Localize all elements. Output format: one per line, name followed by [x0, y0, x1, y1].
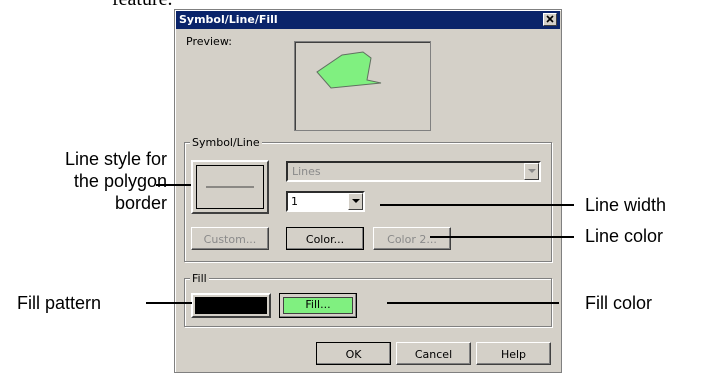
custom-button-label: Custom...: [203, 233, 257, 246]
leader-line-width: [380, 204, 574, 206]
leader-fill-pattern: [146, 302, 192, 304]
custom-button[interactable]: Custom...: [191, 227, 269, 250]
cancel-button-label: Cancel: [414, 348, 453, 361]
symbol-line-group-label: Symbol/Line: [190, 136, 262, 149]
fill-pattern-button[interactable]: [191, 293, 271, 318]
callout-line-width: Line width: [585, 195, 667, 215]
fill-color-button[interactable]: Fill...: [279, 293, 357, 318]
preview-label: Preview:: [186, 35, 232, 48]
callout-line-style: Line style for the polygon border: [17, 148, 167, 214]
leader-line-style: [156, 184, 191, 186]
line-color-button-label: Color...: [305, 233, 345, 246]
callout-line-style-line3: border: [114, 193, 167, 213]
callout-fill-color: Fill color: [585, 293, 653, 313]
help-button-label: Help: [500, 348, 527, 361]
polygon-preview: [316, 51, 382, 89]
dialog-titlebar[interactable]: Symbol/Line/Fill: [176, 11, 560, 29]
symbol-line-fill-dialog: Symbol/Line/Fill Preview: Symbol/Line Li…: [174, 9, 562, 373]
preview-box: [294, 41, 431, 131]
chevron-down-icon: [528, 169, 536, 173]
line-width-select[interactable]: 1: [286, 191, 365, 212]
line-style-preview: [206, 186, 254, 188]
dialog-title: Symbol/Line/Fill: [179, 13, 278, 26]
ok-button-label: OK: [345, 348, 362, 361]
line-type-select[interactable]: Lines: [286, 161, 541, 182]
line-style-frame: [196, 165, 264, 209]
fill-pattern-swatch: [195, 297, 267, 314]
cancel-button[interactable]: Cancel: [396, 342, 471, 365]
callout-line-style-line1: Line style for: [64, 149, 167, 169]
help-button[interactable]: Help: [476, 342, 551, 365]
leader-line-color: [430, 236, 574, 238]
fill-group-label: Fill: [190, 272, 209, 285]
line-color-button[interactable]: Color...: [286, 227, 364, 250]
close-icon: [546, 15, 554, 23]
line-type-value: Lines: [292, 165, 321, 178]
fill-color-button-label: Fill...: [305, 298, 331, 311]
line-style-button[interactable]: [191, 160, 269, 214]
color2-button-label: Color 2...: [387, 233, 437, 246]
color2-button[interactable]: Color 2...: [373, 227, 451, 250]
close-button[interactable]: [543, 13, 557, 26]
line-width-dropdown-button[interactable]: [348, 193, 363, 210]
line-type-dropdown-button[interactable]: [524, 163, 539, 180]
leader-fill-color: [387, 302, 559, 304]
callout-line-color: Line color: [585, 226, 664, 246]
document-text-fragment: feature.: [112, 0, 173, 11]
ok-button[interactable]: OK: [316, 342, 391, 365]
line-width-value: 1: [291, 195, 298, 208]
callout-line-style-line2: the polygon: [73, 171, 167, 191]
chevron-down-icon: [352, 199, 360, 203]
callout-fill-pattern: Fill pattern: [17, 293, 102, 313]
